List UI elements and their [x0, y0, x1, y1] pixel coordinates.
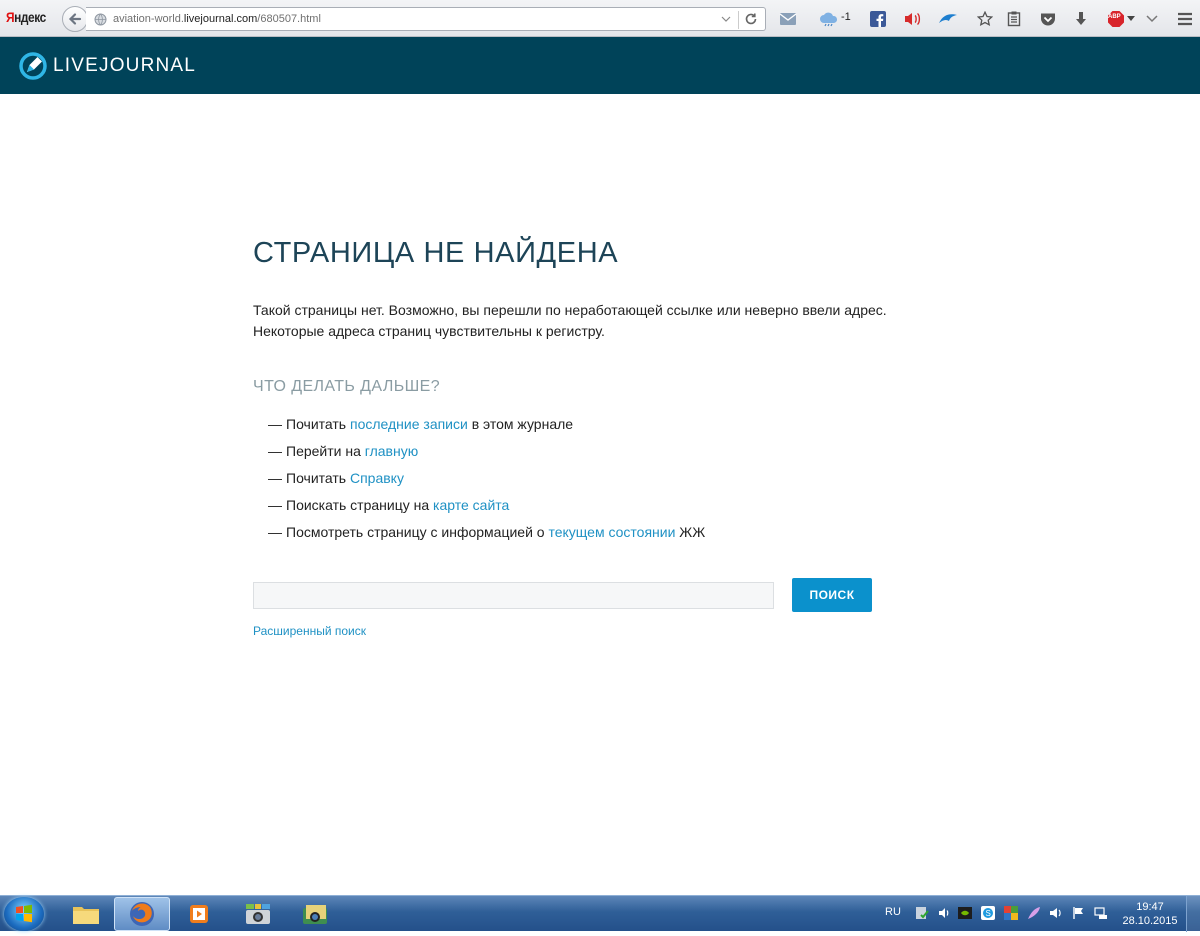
sitemap-link[interactable]: карте сайта: [433, 497, 509, 513]
arrow-left-icon: [68, 13, 82, 25]
adblock-label: ABP: [1108, 14, 1121, 20]
livejournal-logo-icon[interactable]: [19, 52, 47, 80]
list-dash: —: [268, 497, 282, 513]
next-steps-heading: ЧТО ДЕЛАТЬ ДАЛЬШЕ?: [253, 378, 441, 395]
url-dropdown-icon[interactable]: [719, 12, 733, 26]
speaker-tray-icon[interactable]: [1049, 906, 1063, 920]
error-description-line-1: Такой страницы нет. Возможно, вы перешли…: [253, 302, 887, 318]
windows-logo-icon: [16, 904, 32, 923]
download-icon[interactable]: [1070, 8, 1092, 30]
list-item: — Посмотреть страницу с информацией о тек…: [268, 524, 706, 540]
bookmark-star-icon[interactable]: [974, 8, 996, 30]
folder-icon: [73, 907, 99, 924]
security-check-icon[interactable]: [915, 906, 929, 920]
feather-icon[interactable]: [1027, 906, 1041, 920]
yandex-brand[interactable]: Яндекс: [6, 9, 46, 25]
clock-time: 19:47: [1136, 901, 1164, 913]
facebook-icon[interactable]: [867, 8, 889, 30]
taskbar-firefox[interactable]: [114, 897, 170, 931]
taskbar-media-player[interactable]: [171, 897, 227, 931]
network-icon[interactable]: [1094, 906, 1108, 920]
action-center-flag-icon[interactable]: [1072, 906, 1086, 920]
media-player-icon: [190, 905, 208, 923]
adblock-button[interactable]: ABP: [1104, 8, 1138, 30]
hamburger-menu-icon[interactable]: [1174, 8, 1196, 30]
pocket-icon[interactable]: [1037, 8, 1059, 30]
firefox-icon: [130, 902, 154, 926]
windows-taskbar: RU S 19:47 28.10.2015: [0, 895, 1200, 932]
taskbar-picture-viewer[interactable]: [287, 897, 343, 931]
search-button[interactable]: ПОИСК: [792, 578, 872, 612]
back-button[interactable]: [62, 6, 88, 32]
site-header: LIVEJOURNAL: [0, 37, 1200, 94]
list-dash: —: [268, 416, 282, 432]
list-dash: —: [268, 524, 282, 540]
list-item: — Перейти на главную: [268, 443, 419, 459]
list-item: — Почитать последние записи в этом журнал…: [268, 416, 574, 432]
skype-icon[interactable]: S: [981, 906, 995, 920]
svg-text:S: S: [986, 909, 991, 918]
chevron-down-icon: [1127, 16, 1135, 21]
url-text[interactable]: aviation-world.livejournal.com/680507.ht…: [113, 13, 321, 25]
list-item: — Почитать Справку: [268, 470, 404, 486]
list-dash: —: [268, 443, 282, 459]
clock-date: 28.10.2015: [1122, 915, 1178, 927]
volume-small-icon[interactable]: [938, 906, 952, 920]
start-button[interactable]: [4, 897, 44, 931]
browser-toolbar: Яндекс aviation-world.livejournal.com/68…: [0, 0, 1200, 37]
colorful-app-icon[interactable]: [1004, 906, 1018, 920]
homepage-link[interactable]: главную: [365, 443, 418, 459]
system-clock[interactable]: 19:47 28.10.2015: [1120, 900, 1180, 928]
recent-posts-link[interactable]: последние записи: [350, 416, 468, 432]
camera-icon: [246, 904, 270, 924]
language-indicator[interactable]: RU: [885, 906, 901, 918]
picture-camera-icon: [303, 905, 327, 924]
reading-list-icon[interactable]: [1003, 8, 1025, 30]
globe-icon: [94, 13, 107, 26]
error-description-line-2: Некоторые адреса страниц чувствительны к…: [253, 323, 605, 339]
weather-value: -1: [841, 11, 851, 23]
show-desktop-button[interactable]: [1186, 896, 1200, 932]
url-separator: [738, 11, 739, 29]
livejournal-logo-text[interactable]: LIVEJOURNAL: [53, 55, 196, 77]
advanced-search-link[interactable]: Расширенный поиск: [253, 624, 366, 638]
weather-cloud-icon[interactable]: [818, 8, 840, 30]
nvidia-icon[interactable]: [958, 906, 972, 920]
reload-icon[interactable]: [743, 11, 759, 27]
taskbar-explorer[interactable]: [58, 897, 114, 931]
suggestions-list: — Почитать последние записи в этом журнал…: [268, 414, 705, 549]
address-bar[interactable]: aviation-world.livejournal.com/680507.ht…: [86, 7, 766, 31]
list-dash: —: [268, 470, 282, 486]
menu-overflow-icon[interactable]: [1141, 8, 1163, 30]
speaker-icon[interactable]: [901, 8, 923, 30]
mail-icon[interactable]: [777, 8, 799, 30]
bird-icon[interactable]: [937, 8, 959, 30]
page-title: СТРАНИЦА НЕ НАЙДЕНА: [253, 237, 619, 269]
error-description: Такой страницы нет. Возможно, вы перешли…: [253, 300, 887, 342]
status-link[interactable]: текущем состоянии: [548, 524, 675, 540]
search-input[interactable]: [253, 582, 774, 609]
help-link[interactable]: Справку: [350, 470, 404, 486]
taskbar-photo-app[interactable]: [230, 897, 286, 931]
list-item: — Поискать страницу на карте сайта: [268, 497, 510, 513]
